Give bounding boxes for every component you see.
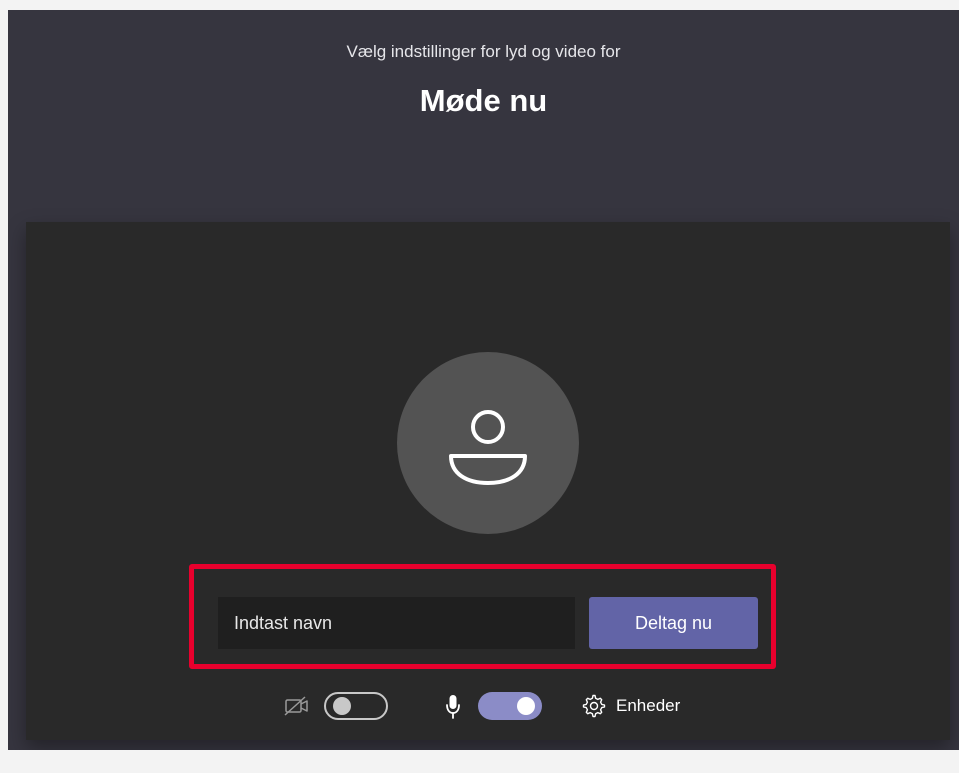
name-input[interactable] <box>218 597 575 649</box>
camera-off-icon[interactable] <box>282 694 312 718</box>
page-subtitle: Vælg indstillinger for lyd og video for <box>346 42 621 61</box>
meeting-title: Møde nu <box>419 83 548 118</box>
devices-label: Enheder <box>616 696 681 715</box>
microphone-toggle[interactable] <box>478 692 542 720</box>
video-preview: Deltag nu <box>26 222 950 740</box>
avatar <box>397 352 579 534</box>
media-controls: Enheder <box>26 690 950 722</box>
camera-toggle[interactable] <box>324 692 388 720</box>
person-icon <box>449 410 527 485</box>
gear-icon <box>582 694 606 718</box>
join-meeting-window: Vælg indstillinger for lyd og video for … <box>8 10 959 750</box>
join-now-button[interactable]: Deltag nu <box>589 597 758 649</box>
camera-toggle-knob <box>333 697 351 715</box>
microphone-icon[interactable] <box>444 693 462 721</box>
devices-button[interactable]: Enheder <box>582 690 680 722</box>
microphone-toggle-knob <box>517 697 535 715</box>
